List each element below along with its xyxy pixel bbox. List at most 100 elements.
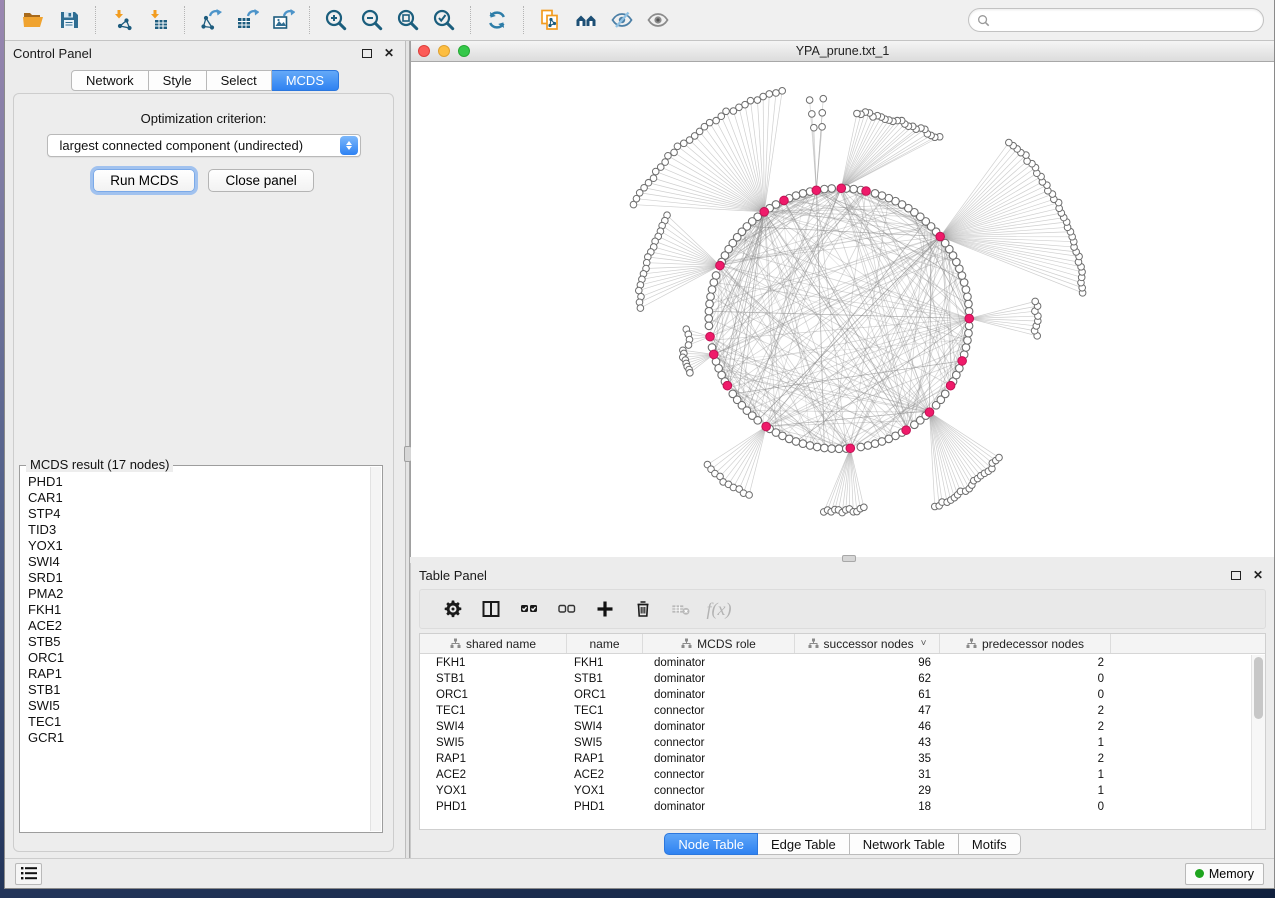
table-row[interactable]: SWI4SWI4dominator462 — [420, 719, 1251, 735]
mcds-result-item[interactable]: CAR1 — [26, 490, 369, 506]
memory-button[interactable]: Memory — [1185, 863, 1264, 885]
network-node[interactable] — [941, 390, 949, 398]
float-table-panel-button[interactable] — [1228, 567, 1244, 583]
network-leaf-node[interactable] — [754, 97, 761, 104]
network-node[interactable] — [705, 307, 713, 315]
network-node[interactable] — [799, 440, 807, 448]
network-leaf-node[interactable] — [713, 117, 720, 124]
mcds-hub-node[interactable] — [862, 187, 871, 196]
mcds-hub-node[interactable] — [925, 408, 934, 417]
optimization-criterion-select[interactable]: largest connected component (undirected) — [47, 134, 361, 157]
mcds-result-item[interactable]: SRD1 — [26, 570, 369, 586]
show-column-button[interactable] — [472, 594, 510, 624]
tab-select[interactable]: Select — [207, 70, 272, 91]
table-scrollbar[interactable] — [1251, 655, 1265, 829]
mcds-hub-node[interactable] — [709, 350, 718, 359]
network-leaf-node[interactable] — [671, 149, 678, 156]
network-node[interactable] — [864, 442, 872, 450]
network-leaf-node[interactable] — [766, 91, 773, 98]
table-row[interactable]: PHD1PHD1dominator180 — [420, 799, 1251, 815]
network-leaf-node[interactable] — [811, 124, 818, 131]
task-history-button[interactable] — [15, 863, 42, 885]
close-panel-button[interactable]: ✕ — [381, 45, 397, 61]
network-node[interactable] — [707, 293, 715, 301]
network-leaf-node[interactable] — [854, 110, 861, 117]
search-input[interactable] — [995, 13, 1255, 27]
new-network-from-selection-button[interactable] — [535, 5, 565, 35]
table-row[interactable]: RAP1RAP1dominator352 — [420, 751, 1251, 767]
splitter-handle[interactable] — [842, 555, 856, 562]
network-node[interactable] — [857, 443, 865, 451]
network-node[interactable] — [964, 337, 972, 345]
zoom-selected-button[interactable] — [429, 5, 459, 35]
run-mcds-button[interactable]: Run MCDS — [93, 169, 195, 192]
network-node[interactable] — [705, 315, 713, 323]
mcds-hub-node[interactable] — [837, 184, 846, 193]
network-leaf-node[interactable] — [1006, 139, 1013, 146]
mcds-result-item[interactable]: STP4 — [26, 506, 369, 522]
export-table-button[interactable] — [232, 5, 262, 35]
network-leaf-node[interactable] — [996, 454, 1003, 461]
mcds-hub-node[interactable] — [760, 207, 769, 216]
network-node[interactable] — [964, 293, 972, 301]
table-settings-button[interactable] — [434, 594, 472, 624]
network-node[interactable] — [705, 322, 713, 330]
export-network-button[interactable] — [196, 5, 226, 35]
column-header-successor-nodes[interactable]: successor nodes˅ — [795, 634, 940, 653]
add-column-button[interactable] — [586, 594, 624, 624]
export-image-button[interactable] — [268, 5, 298, 35]
mcds-result-item[interactable]: TID3 — [26, 522, 369, 538]
deselect-all-rows-button[interactable] — [548, 594, 586, 624]
mcds-result-item[interactable]: PHD1 — [26, 474, 369, 490]
mcds-result-item[interactable]: STB5 — [26, 634, 369, 650]
column-header-shared-name[interactable]: shared name — [420, 634, 567, 653]
network-graph[interactable] — [411, 62, 1274, 557]
network-node[interactable] — [962, 344, 970, 352]
tab-style[interactable]: Style — [149, 70, 207, 91]
mcds-hub-node[interactable] — [965, 314, 974, 323]
mcds-result-item[interactable]: FKH1 — [26, 602, 369, 618]
zoom-fit-button[interactable] — [393, 5, 423, 35]
network-leaf-node[interactable] — [809, 111, 816, 118]
mcds-hub-node[interactable] — [812, 186, 821, 195]
network-leaf-node[interactable] — [861, 504, 868, 511]
network-node[interactable] — [708, 286, 716, 294]
open-button[interactable] — [18, 5, 48, 35]
network-node[interactable] — [965, 329, 973, 337]
network-leaf-node[interactable] — [674, 143, 681, 150]
mcds-hub-node[interactable] — [706, 332, 715, 341]
function-builder-button[interactable]: f(x) — [700, 594, 738, 624]
mcds-result-item[interactable]: SWI5 — [26, 698, 369, 714]
mcds-hub-node[interactable] — [780, 196, 789, 205]
table-row[interactable]: YOX1YOX1connector291 — [420, 783, 1251, 799]
tab-node-table[interactable]: Node Table — [664, 833, 758, 855]
network-leaf-node[interactable] — [1024, 158, 1031, 165]
column-header-name[interactable]: name — [567, 634, 643, 653]
first-neighbors-button[interactable] — [571, 5, 601, 35]
network-leaf-node[interactable] — [687, 370, 694, 377]
import-table-button[interactable] — [143, 5, 173, 35]
tab-mcds[interactable]: MCDS — [272, 70, 339, 91]
network-node[interactable] — [835, 445, 843, 453]
network-node[interactable] — [962, 286, 970, 294]
import-network-button[interactable] — [107, 5, 137, 35]
column-header-mcds-role[interactable]: MCDS role — [643, 634, 795, 653]
mcds-hub-node[interactable] — [846, 444, 855, 453]
network-leaf-node[interactable] — [652, 168, 659, 175]
table-row[interactable]: STB1STB1dominator620 — [420, 671, 1251, 687]
mcds-hub-node[interactable] — [946, 381, 955, 390]
network-node[interactable] — [828, 185, 836, 193]
network-leaf-node[interactable] — [1032, 298, 1039, 305]
mcds-hub-node[interactable] — [723, 381, 732, 390]
network-node[interactable] — [871, 190, 879, 198]
table-row[interactable]: SWI5SWI5connector431 — [420, 735, 1251, 751]
network-leaf-node[interactable] — [630, 201, 637, 208]
table-row[interactable]: ACE2ACE2connector311 — [420, 767, 1251, 783]
network-leaf-node[interactable] — [819, 109, 826, 116]
tab-network-table[interactable]: Network Table — [850, 833, 959, 855]
select-all-rows-button[interactable] — [510, 594, 548, 624]
mcds-hub-node[interactable] — [762, 422, 771, 431]
network-leaf-node[interactable] — [806, 97, 813, 104]
network-leaf-node[interactable] — [665, 152, 672, 159]
tab-network[interactable]: Network — [71, 70, 149, 91]
